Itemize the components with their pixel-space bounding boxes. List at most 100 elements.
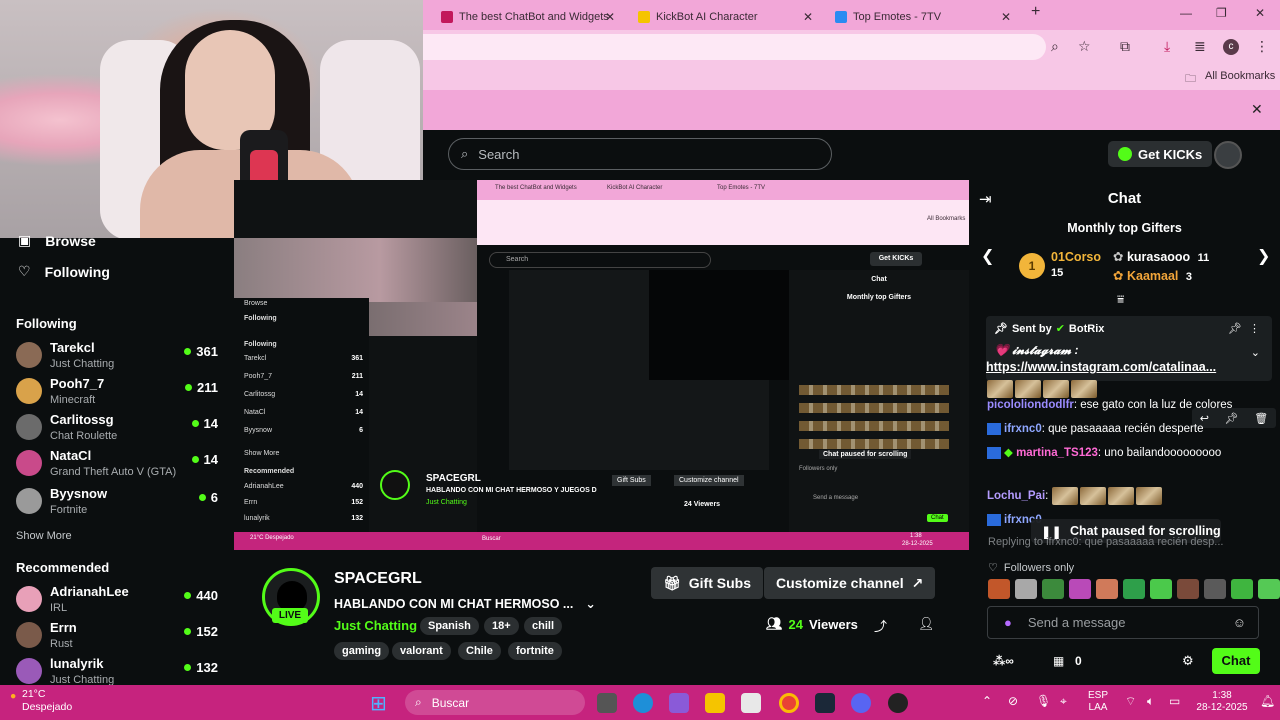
emote[interactable] (1204, 579, 1226, 599)
top-gifter-name[interactable]: 01Corso (1051, 250, 1101, 264)
steam-icon[interactable] (815, 693, 835, 713)
language-indicator[interactable]: ESP LAA (1088, 690, 1108, 714)
gifter-row[interactable]: ✿ Kaamaal 3 (1113, 268, 1192, 283)
stream-category[interactable]: Just Chatting (334, 618, 417, 633)
pinned-link[interactable]: https://www.instagram.com/catalinaa... (986, 360, 1256, 374)
microphone-icon[interactable]: ● (1004, 615, 1012, 630)
sidebar-channel[interactable]: Carlitossg Chat Roulette 14 (16, 412, 222, 446)
chat-input[interactable]: ● Send a message ☺ (987, 606, 1259, 639)
location-icon[interactable]: ⌖ (1060, 694, 1067, 709)
sidebar-channel[interactable]: Errn Rust 152 (16, 620, 222, 654)
gift-subs-button[interactable]: 🎁︎ Gift Subs (651, 567, 764, 599)
emote[interactable] (1258, 579, 1280, 599)
edge-icon[interactable] (633, 693, 653, 713)
stream-tag[interactable]: chill (524, 617, 563, 635)
media-icon[interactable]: ≣ (1194, 38, 1206, 55)
sidebar-channel[interactable]: Byysnow Fortnite 6 (16, 486, 222, 520)
emote[interactable] (1177, 579, 1199, 599)
omnibox[interactable] (423, 34, 1046, 60)
obs-icon[interactable] (888, 693, 908, 713)
menu-dots-icon[interactable]: ⋮ (1255, 38, 1269, 55)
minimize-icon[interactable]: — (1180, 6, 1192, 20)
close-tab-icon[interactable]: ✕ (803, 10, 813, 24)
follow-user-icon[interactable]: 👤︎ (918, 616, 935, 632)
stream-tag[interactable]: Spanish (420, 617, 479, 635)
battery-icon[interactable]: ▭ (1169, 694, 1180, 708)
tab-chatbot[interactable]: The best ChatBot and Widgets ✕ (431, 4, 623, 30)
chevron-left-icon[interactable]: ❮ (981, 246, 994, 266)
windows-start-icon[interactable]: ⊞ (370, 691, 387, 716)
zoom-icon[interactable]: ⌕ (1051, 38, 1059, 55)
infinity-points-icon[interactable]: ⁂∞ (993, 654, 1014, 668)
all-bookmarks[interactable]: All Bookmarks (1205, 70, 1275, 82)
more-options-icon[interactable]: ⋮ (1249, 322, 1260, 335)
kick-points-icon[interactable]: ▦ (1053, 654, 1064, 668)
network-off-icon[interactable]: ⊘ (1008, 694, 1018, 708)
chevron-right-icon[interactable]: ❯ (1257, 246, 1270, 266)
filter-icon[interactable]: ⩸ (1117, 292, 1124, 307)
copilot-icon[interactable] (669, 693, 689, 713)
store-icon[interactable] (741, 693, 761, 713)
user-avatar[interactable] (1214, 141, 1242, 169)
tab-kickbot[interactable]: KickBot AI Character ✕ (628, 4, 821, 30)
download-icon[interactable]: ⤓ (1164, 38, 1170, 55)
extensions-icon[interactable]: ⧉ (1120, 38, 1130, 55)
chat-username[interactable]: martina_TS123 (1016, 447, 1098, 459)
discord-icon[interactable] (851, 693, 871, 713)
wifi-icon[interactable]: ⌔ (1125, 694, 1136, 709)
sidebar-channel[interactable]: Tarekcl Just Chatting 361 (16, 340, 222, 374)
stream-tag[interactable]: 18+ (484, 617, 519, 635)
unpin-icon[interactable]: 📌︎ (1228, 322, 1242, 335)
profile-icon[interactable]: c (1223, 39, 1239, 55)
gifter-row[interactable]: ✿ kurasaooo 11 (1113, 249, 1209, 264)
emote[interactable] (988, 579, 1010, 599)
search-input[interactable]: ⌕ Search (448, 138, 832, 170)
close-window-icon[interactable]: ✕ (1255, 6, 1265, 20)
new-tab-icon[interactable]: + (1031, 3, 1040, 21)
stream-tag[interactable]: fortnite (508, 642, 562, 660)
stream-video[interactable]: The best ChatBot and Widgets KickBot AI … (234, 180, 969, 550)
stream-tag[interactable]: gaming (334, 642, 390, 660)
emoji-icon[interactable]: ☺ (1233, 615, 1246, 630)
get-kicks-button[interactable]: Get KICKs (1108, 141, 1213, 167)
close-tab-icon[interactable]: ✕ (1001, 10, 1011, 24)
notifications-icon[interactable]: 🔔︎ (1260, 694, 1275, 708)
customize-channel-button[interactable]: Customize channel ↗ (764, 567, 936, 599)
emote[interactable] (1069, 579, 1091, 599)
nav-browse[interactable]: ▣ Browse (18, 232, 96, 249)
emote[interactable] (1042, 579, 1064, 599)
sidebar-channel[interactable]: AdrianahLee IRL 440 (16, 584, 222, 618)
gear-icon[interactable]: ⚙ (1182, 653, 1194, 669)
mic-tray-icon[interactable]: 🎙︎ (1036, 694, 1051, 708)
expand-icon[interactable]: ⌄ (1251, 346, 1260, 359)
restore-icon[interactable]: ❐ (1216, 6, 1227, 20)
emote[interactable] (1096, 579, 1118, 599)
clock[interactable]: 1:38 28-12-2025 (1194, 690, 1250, 714)
taskbar-search[interactable]: ⌕ Buscar (405, 690, 585, 715)
sidebar-channel[interactable]: Pooh7_7 Minecraft 211 (16, 376, 222, 410)
chat-username[interactable]: Lochu_Pai (987, 490, 1045, 502)
tab-7tv[interactable]: Top Emotes - 7TV ✕ (825, 4, 1019, 30)
stream-tag[interactable]: Chile (458, 642, 501, 660)
emote[interactable] (1015, 579, 1037, 599)
weather-widget[interactable]: ● 21°C Despejado (10, 688, 72, 714)
chevron-down-icon[interactable]: ⌄ (585, 596, 595, 611)
chrome-icon[interactable] (779, 693, 799, 713)
stream-tag[interactable]: valorant (392, 642, 451, 660)
emote[interactable] (1231, 579, 1253, 599)
share-icon[interactable]: ⤴ (874, 616, 887, 635)
file-explorer-icon[interactable] (705, 693, 725, 713)
emote[interactable] (1123, 579, 1145, 599)
emote[interactable] (1150, 579, 1172, 599)
tray-chevron-icon[interactable]: ⌃ (982, 694, 992, 708)
channel-name[interactable]: SPACEGRL (334, 570, 422, 588)
bookmark-star-icon[interactable]: ☆ (1078, 38, 1091, 55)
close-banner-icon[interactable]: ✕ (1251, 101, 1263, 118)
chat-username[interactable]: picololiondodlfr (987, 399, 1074, 411)
send-chat-button[interactable]: Chat (1212, 648, 1260, 674)
chat-username[interactable]: ifrxnc0 (1004, 423, 1042, 435)
nav-following[interactable]: ♡ Following (18, 263, 110, 280)
volume-icon[interactable]: 🔈︎ (1147, 694, 1154, 709)
close-tab-icon[interactable]: ✕ (605, 10, 615, 24)
sidebar-channel[interactable]: NataCl Grand Theft Auto V (GTA) 14 (16, 448, 222, 482)
